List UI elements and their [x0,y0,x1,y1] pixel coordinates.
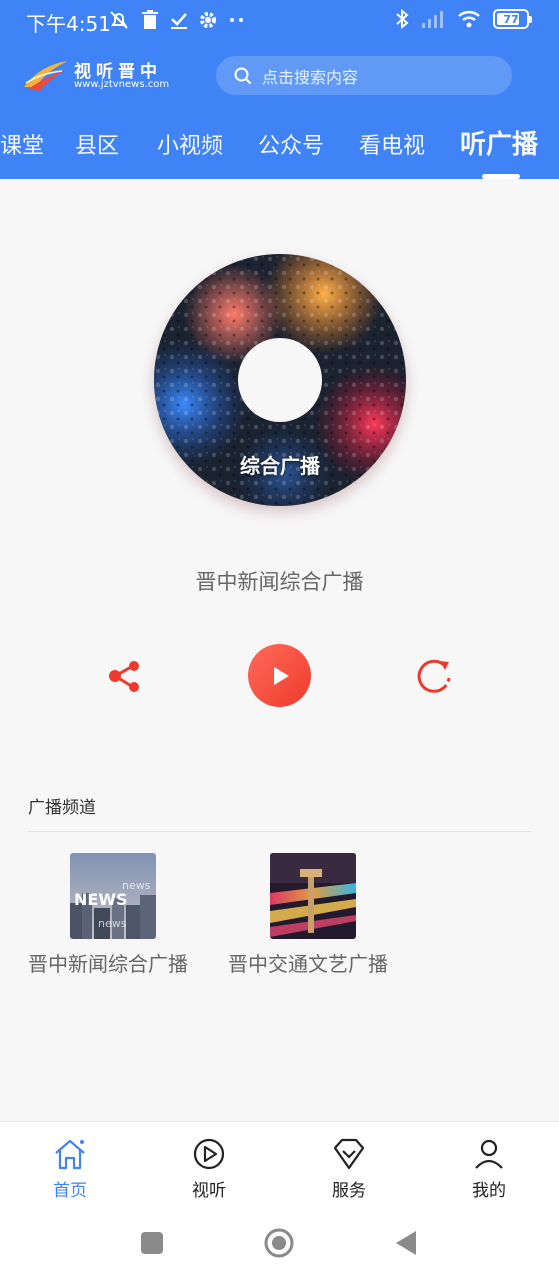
wifi-icon [458,11,480,28]
logo-subtitle: www.jztvnews.com [74,79,170,90]
tab-short-video[interactable]: 小视频 [157,128,223,160]
channel-tabs: 课堂 县区 小视频 公众号 看电视 听广播 [0,128,559,166]
recent-apps-icon[interactable] [140,1231,164,1255]
tab-classroom[interactable]: 课堂 [0,128,44,160]
bluetooth-icon [396,9,409,29]
disc-center-hole [238,338,322,422]
reload-button[interactable] [414,656,454,696]
channel-thumbnail-news: NEWS news news [70,853,156,939]
svg-text:news: news [122,879,151,892]
gear-icon [200,12,216,28]
check-icon [171,13,187,29]
play-icon [273,666,289,685]
home-button-icon[interactable] [263,1227,295,1259]
app-header: 下午4:51 77 视听晋中 www.jztvnews.com 点击搜索内容 课… [0,0,559,179]
search-placeholder: 点击搜索内容 [262,67,359,87]
radio-disc-artwork: 综合广播 [154,254,406,506]
tab-listen-radio[interactable]: 听广播 [460,124,538,161]
current-station-name: 晋中新闻综合广播 [195,570,364,594]
svg-text:news: news [98,917,127,930]
signal-icon [422,11,443,28]
nav-home[interactable]: 首页 [30,1136,110,1201]
disc-label: 综合广播 [240,454,320,478]
alarm-off-icon [110,11,128,29]
active-tab-indicator [482,174,520,179]
nav-services[interactable]: 服务 [309,1136,389,1201]
more-icon [230,18,243,22]
nav-audiovisual[interactable]: 视听 [169,1136,249,1201]
battery-icon: 77 [493,9,532,29]
channel-label: 晋中新闻综合广播 [28,952,188,976]
share-icon [109,661,139,692]
nav-mine[interactable]: 我的 [449,1136,529,1201]
channel-label: 晋中交通文艺广播 [228,952,388,976]
share-button[interactable] [104,656,144,696]
play-button[interactable] [248,644,311,707]
reload-icon [417,659,451,693]
tab-watch-tv[interactable]: 看电视 [359,128,425,160]
channel-thumbnail-traffic [270,853,356,939]
diamond-icon [333,1138,365,1170]
status-bar: 下午4:51 77 [0,0,559,42]
status-time: 下午4:51 [26,12,111,36]
home-icon [55,1139,85,1170]
section-title: 广播频道 [28,798,96,818]
user-icon [475,1139,503,1169]
app-logo: 视听晋中 www.jztvnews.com [22,55,182,95]
section-divider [28,831,531,832]
trash-icon [142,10,158,29]
search-bar[interactable]: 点击搜索内容 [216,56,512,95]
tab-county[interactable]: 县区 [75,128,119,160]
search-icon [234,67,252,84]
svg-text:NEWS: NEWS [74,890,128,909]
bottom-navigation: 首页 视听 服务 我的 [0,1121,559,1207]
tab-official-account[interactable]: 公众号 [258,128,324,160]
logo-swoosh-icon [24,61,68,91]
system-navigation-bar [0,1207,559,1280]
play-circle-icon [193,1138,225,1170]
back-icon[interactable] [394,1230,418,1256]
